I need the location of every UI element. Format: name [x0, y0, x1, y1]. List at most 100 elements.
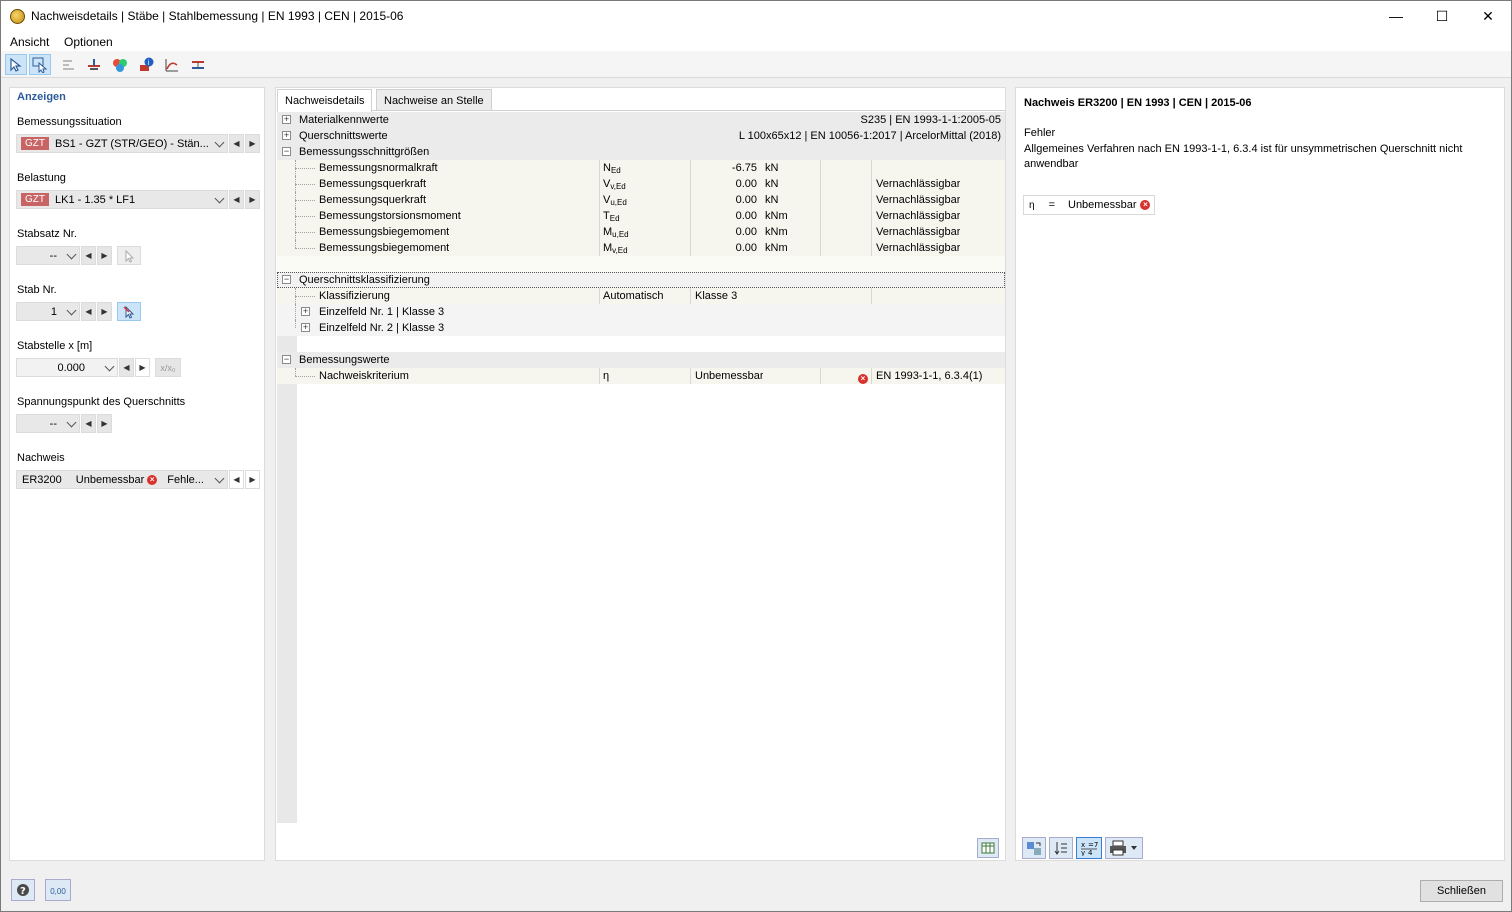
loading-value: LK1 - 1.35 * LF1 — [55, 193, 136, 206]
member-select[interactable]: 1 — [16, 302, 80, 321]
section-design[interactable]: − Bemessungswerte — [277, 352, 1005, 368]
collapse-icon[interactable]: − — [282, 147, 291, 156]
row-symbol: Vu,Ed — [603, 194, 627, 207]
member-set-value: -- — [49, 249, 57, 262]
close-button[interactable]: Schließen — [1420, 880, 1503, 902]
chevron-down-icon — [66, 417, 77, 428]
expand-icon[interactable]: + — [301, 307, 310, 316]
field-label: Einzelfeld Nr. 1 | Klasse 3 — [319, 306, 445, 318]
prev-member-set-button[interactable]: ◀ — [81, 246, 96, 265]
colors-icon[interactable] — [109, 54, 131, 75]
align-icon[interactable] — [57, 54, 79, 75]
location-select[interactable]: 0.000 — [16, 358, 118, 377]
details-grid: + Materialkennwerte S235 | EN 1993-1-1:2… — [277, 110, 1005, 824]
row-name: Bemessungsbiegemoment — [319, 242, 450, 254]
prev-location-button[interactable]: ◀ — [119, 358, 134, 377]
pick-member-set-icon[interactable] — [117, 246, 141, 265]
swap-icon[interactable] — [1022, 837, 1046, 859]
expand-icon[interactable]: + — [282, 131, 291, 140]
member-label: Stab Nr. — [17, 284, 57, 296]
force-row[interactable]: Bemessungstorsionsmoment TEd 0.00 kNm Vernac… — [277, 208, 1005, 224]
prev-check-button[interactable]: ◀ — [229, 470, 244, 489]
sort-icon[interactable] — [1049, 837, 1073, 859]
row-symbol: NEd — [603, 162, 621, 175]
menu-optionen[interactable]: Optionen — [64, 35, 113, 49]
design-situation-value: BS1 - GZT (STR/GEO) - Stän... — [55, 137, 209, 150]
prev-loading-button[interactable]: ◀ — [229, 190, 244, 209]
chevron-down-icon — [104, 361, 115, 372]
select-on-view-icon[interactable] — [29, 54, 51, 75]
chevron-down-icon — [214, 137, 225, 148]
svg-text:i: i — [148, 59, 150, 67]
member-set-select[interactable]: -- — [16, 246, 80, 265]
next-loading-button[interactable]: ▶ — [245, 190, 260, 209]
check-select[interactable]: ER3200 Unbemessbar × Fehle... — [16, 470, 228, 489]
help-icon[interactable]: ? — [11, 879, 35, 901]
collapse-icon[interactable]: − — [282, 275, 291, 284]
close-window-button[interactable]: ✕ — [1465, 1, 1511, 32]
print-icon[interactable] — [1105, 837, 1143, 859]
formula-icon[interactable]: x =7 y 4 — [1076, 837, 1102, 859]
row-value: -6.75 — [731, 162, 757, 174]
tab-nachweisdetails[interactable]: Nachweisdetails — [277, 89, 373, 112]
relative-location-button[interactable]: x/x₀ — [155, 358, 181, 377]
next-check-button[interactable]: ▶ — [245, 470, 260, 489]
section-classification[interactable]: − Querschnittsklassifizierung — [277, 272, 1005, 288]
chevron-down-icon — [214, 473, 225, 484]
design-row[interactable]: Nachweiskriterium η Unbemessbar × EN 199… — [277, 368, 1005, 385]
expand-icon[interactable]: + — [282, 115, 291, 124]
info-icon[interactable]: i — [135, 54, 157, 75]
loading-select[interactable]: GZT LK1 - 1.35 * LF1 — [16, 190, 228, 209]
section-label: Materialkennwerte — [299, 114, 389, 126]
maximize-button[interactable]: ☐ — [1419, 1, 1465, 32]
select-member-icon[interactable] — [5, 54, 27, 75]
svg-text:?: ? — [20, 886, 26, 897]
field-row-1[interactable]: + Einzelfeld Nr. 1 | Klasse 3 — [277, 304, 1005, 320]
diagram-icon[interactable] — [161, 54, 183, 75]
row-symbol: Mv,Ed — [603, 242, 628, 255]
force-row[interactable]: Bemessungsnormalkraft NEd -6.75 kN — [277, 160, 1005, 176]
field-row-2[interactable]: + Einzelfeld Nr. 2 | Klasse 3 — [277, 320, 1005, 336]
section-crosssection[interactable]: + Querschnittswerte L 100x65x12 | EN 100… — [277, 128, 1005, 144]
stress-point-select[interactable]: -- — [16, 414, 80, 433]
tab-nachweise-an-stelle[interactable]: Nachweise an Stelle — [376, 89, 492, 111]
row-note: Vernachlässigbar — [876, 226, 961, 238]
member-set-label: Stabsatz Nr. — [17, 228, 77, 240]
row-symbol: Mu,Ed — [603, 226, 629, 239]
next-member-set-button[interactable]: ▶ — [97, 246, 112, 265]
next-situation-button[interactable]: ▶ — [245, 134, 260, 153]
expand-icon[interactable]: + — [301, 323, 310, 332]
export-table-icon[interactable] — [977, 838, 999, 858]
stress-icon[interactable] — [187, 54, 209, 75]
design-situation-select[interactable]: GZT BS1 - GZT (STR/GEO) - Stän... — [16, 134, 228, 153]
row-value: 0.00 — [735, 242, 757, 254]
section-forces[interactable]: − Bemessungsschnittgrößen — [277, 144, 1005, 160]
prev-stress-point-button[interactable]: ◀ — [81, 414, 96, 433]
classification-row[interactable]: Klassifizierung Automatisch Klasse 3 — [277, 288, 1005, 304]
stress-point-value: -- — [49, 417, 57, 430]
error-icon: × — [147, 474, 158, 485]
minimize-button[interactable]: — — [1373, 1, 1419, 32]
menu-ansicht[interactable]: Ansicht — [10, 35, 49, 49]
section-label: Bemessungsschnittgrößen — [299, 146, 430, 158]
force-row[interactable]: Bemessungsbiegemoment Mv,Ed 0.00 kNm Vernach… — [277, 240, 1005, 256]
next-location-button[interactable]: ▶ — [135, 358, 150, 377]
location-label: Stabstelle x [m] — [17, 340, 93, 352]
prev-member-button[interactable]: ◀ — [81, 302, 96, 321]
units-icon[interactable]: 0,00 — [45, 879, 71, 901]
member-icon[interactable] — [83, 54, 105, 75]
pick-member-icon[interactable] — [117, 302, 141, 321]
force-row[interactable]: Bemessungsquerkraft Vv,Ed 0.00 kN Vernachläs… — [277, 176, 1005, 192]
classification-method: Automatisch — [603, 290, 664, 302]
row-unit: kNm — [765, 226, 788, 238]
next-member-button[interactable]: ▶ — [97, 302, 112, 321]
force-row[interactable]: Bemessungsquerkraft Vu,Ed 0.00 kN Vernachläs… — [277, 192, 1005, 208]
force-row[interactable]: Bemessungsbiegemoment Mu,Ed 0.00 kNm Vernach… — [277, 224, 1005, 240]
next-stress-point-button[interactable]: ▶ — [97, 414, 112, 433]
section-material[interactable]: + Materialkennwerte S235 | EN 1993-1-1:2… — [277, 112, 1005, 128]
collapse-icon[interactable]: − — [282, 355, 291, 364]
prev-situation-button[interactable]: ◀ — [229, 134, 244, 153]
loading-label: Belastung — [17, 172, 66, 184]
row-symbol: Vv,Ed — [603, 178, 626, 191]
row-note: Vernachlässigbar — [876, 194, 961, 206]
